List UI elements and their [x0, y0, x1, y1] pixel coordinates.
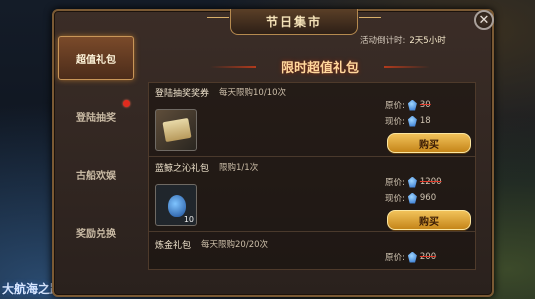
- ticket-scroll-icon[interactable]: [155, 109, 197, 151]
- window-title: 节日集市: [207, 9, 381, 35]
- tab-reward-exchange[interactable]: 奖励兑换: [58, 210, 134, 254]
- section-banner: 限时超值礼包: [210, 56, 430, 76]
- pack-list[interactable]: 登陆抽奖奖券 每天限购10/10次 原价: 30 现价: 18 购买 蓝鲸之沁礼包 限购…: [148, 82, 476, 270]
- list-item: 蓝鲸之沁礼包 限购1/1次 10 原价: 1200 现价: 960 购买: [149, 158, 475, 232]
- item-name: 登陆抽奖奖券: [155, 89, 210, 99]
- close-icon: ✕: [478, 12, 490, 28]
- side-tabs: 超值礼包 登陆抽奖 古船欢娱 奖励兑换: [58, 36, 134, 268]
- item-limit: 每天限购10/10次: [219, 88, 287, 98]
- list-item: 登陆抽奖奖券 每天限购10/10次 原价: 30 现价: 18 购买: [149, 83, 475, 157]
- original-price: 原价: 30: [385, 99, 431, 111]
- close-button[interactable]: ✕: [474, 10, 494, 30]
- item-limit: 每天限购20/20次: [201, 240, 269, 250]
- tab-label: 登陆抽奖: [76, 112, 116, 124]
- item-name: 炼金礼包: [155, 241, 192, 251]
- current-price: 现价: 960: [385, 192, 437, 204]
- original-price: 原价: 1200: [385, 176, 442, 188]
- gem-icon: [407, 99, 417, 111]
- buy-button[interactable]: 购买: [387, 210, 471, 230]
- countdown: 活动倒计时: 2天5小时: [360, 34, 446, 46]
- tab-ship-fun[interactable]: 古船欢娱: [58, 152, 134, 196]
- original-price: 原价: 200: [385, 251, 437, 263]
- tab-label: 超值礼包: [76, 54, 116, 66]
- countdown-label: 活动倒计时:: [360, 36, 406, 46]
- gem-icon: [407, 176, 417, 188]
- item-quantity: 10: [183, 215, 194, 224]
- notification-dot: [123, 100, 130, 107]
- list-item: 炼金礼包 每天限购20/20次 原价: 200: [149, 235, 475, 269]
- potion-icon[interactable]: 10: [155, 184, 197, 226]
- tab-label: 古船欢娱: [76, 170, 116, 182]
- item-limit: 限购1/1次: [219, 163, 259, 173]
- tab-value-packs[interactable]: 超值礼包: [58, 36, 134, 80]
- buy-button[interactable]: 购买: [387, 133, 471, 153]
- gem-icon: [407, 115, 417, 127]
- item-name: 蓝鲸之沁礼包: [155, 164, 210, 174]
- gem-icon: [407, 251, 417, 263]
- tab-login-lottery[interactable]: 登陆抽奖: [58, 94, 134, 138]
- countdown-value: 2天5小时: [409, 36, 446, 46]
- gem-icon: [407, 192, 417, 204]
- tab-label: 奖励兑换: [76, 228, 116, 240]
- current-price: 现价: 18: [385, 115, 431, 127]
